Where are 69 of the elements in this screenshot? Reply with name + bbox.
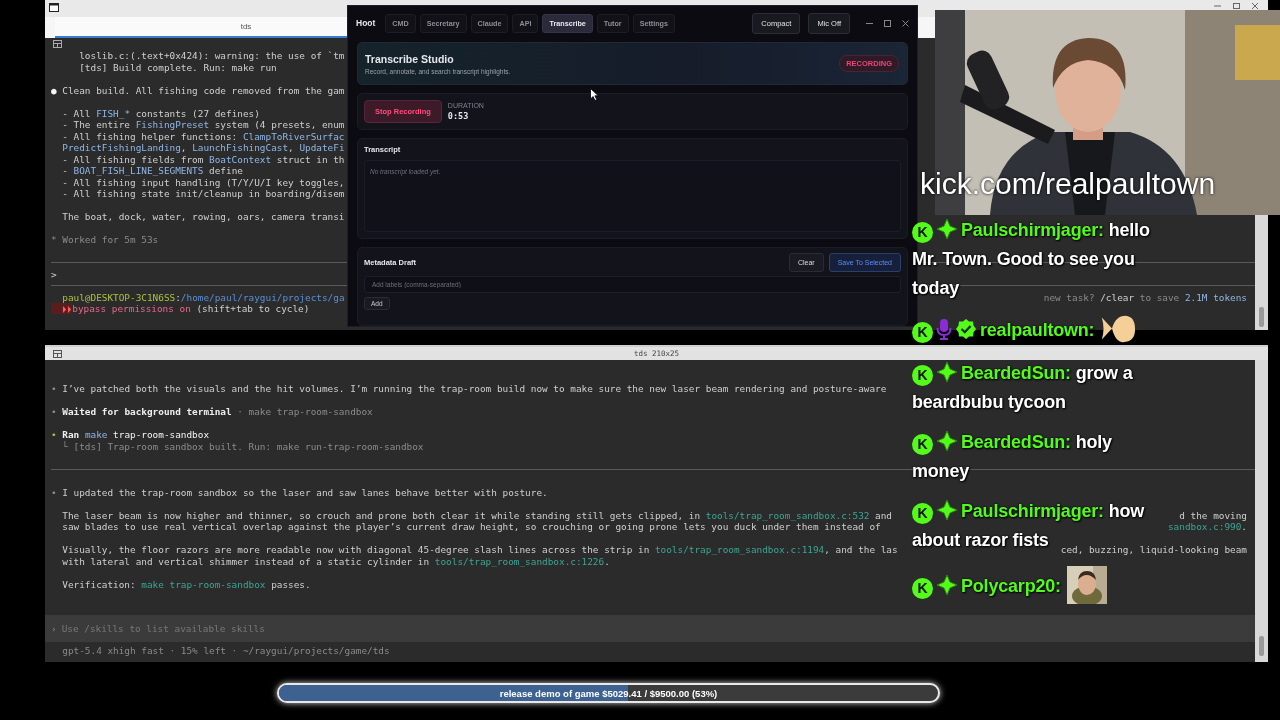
page-title: Transcribe Studio (365, 52, 455, 65)
terminal-line: The laser beam is now higher and thinner, so crouch and prone both clear it while standing still gets clipped, in tools/trap_room_sandbox.c:532 and (61, 509, 892, 521)
terminal-line: - All fishing input handling (T/Y/U/I key toggles, (61, 176, 345, 188)
chat-username: BeardedSun: (961, 432, 1071, 452)
terminal-line: > (51, 268, 57, 280)
sparkle-icon (936, 361, 958, 383)
goal-label: release demo of game $5029.41 / $9500.00 (53%) (499, 687, 718, 699)
chat-message: beardbubu tycoon (912, 391, 1066, 414)
chat-message: money (912, 460, 970, 483)
terminal-line: Visually, the floor razors are more readable now with diagonal 45-degree slash lines across the strip in tools/trap_room_sandbox.c:1194, and the las (61, 544, 898, 556)
chat-username: Polycarp20: (961, 576, 1061, 597)
terminal-line: - BOAT_FISH_LINE_SEGMENTS define (61, 165, 243, 177)
sparkle-icon (936, 430, 958, 452)
maximize-icon[interactable] (1233, 3, 1240, 9)
scrollbar[interactable] (1255, 215, 1268, 330)
verified-icon (955, 317, 977, 340)
scrollbar[interactable] (1255, 360, 1268, 662)
maximize-icon[interactable] (884, 19, 891, 27)
terminal-line: [tds] Build complete. Run: make run (78, 61, 277, 73)
terminal-line: - All fishing state init/cleanup in boarding/disem (61, 188, 345, 200)
close-icon[interactable] (1252, 3, 1258, 9)
terminal-line: sandbox.c:990. (1167, 521, 1247, 533)
sparkle-icon (936, 218, 958, 240)
status-line: gpt-5.4 xhigh fast · 15% left · ~/raygui/projects/game/tds (61, 644, 390, 656)
chat-message: how (1108, 501, 1145, 521)
sparkle-icon (936, 574, 958, 597)
chat-username: BeardedSun: (961, 363, 1071, 383)
chat-message: Mr. Town. Good to see you (912, 248, 1135, 271)
terminal-line: d the moving (1179, 509, 1247, 521)
chat-username: Paulschirmjager: (961, 501, 1104, 521)
terminal-line: • Waited for background terminal · make trap-room-sandbox (51, 406, 373, 418)
chat-username: Paulschirmjager: (961, 220, 1104, 240)
close-icon[interactable] (902, 19, 909, 27)
panel-icon[interactable] (53, 40, 62, 48)
chat-username: realpaultown: (980, 319, 1095, 340)
terminal-line: - The entire FishingPreset system (4 presets, enum (61, 119, 345, 131)
terminal-line: The boat, dock, water, rowing, oars, camera transi (61, 211, 345, 223)
terminal-line: * Worked for 5m 53s (51, 234, 159, 246)
terminal-line: - All fishing helper functions: ClampToRiverSurfac (61, 130, 345, 142)
sparkle-icon (936, 499, 958, 521)
panel-icon[interactable] (53, 349, 62, 358)
blob-emote-icon (1100, 314, 1137, 343)
terminal-line: PredictFishingLanding, LaunchFishingCast, UpdateFi (61, 142, 345, 154)
terminal-line: ● Clean build. All fishing code removed from the gam (51, 84, 345, 96)
terminal-line: - All fishing fields from BoatContext struct in th (61, 153, 345, 165)
terminal-line: - All FISH_* constants (27 defines) (61, 107, 260, 119)
terminal-line: ced, buzzing, liquid-looking beam (1060, 544, 1247, 556)
terminal-line: ⏵⏵bypass permissions on (shift+tab to cycle) (51, 303, 310, 315)
window-icon (49, 3, 59, 12)
terminal-line: with lateral and vertical shimmer instead of a static cylinder in tools/trap_room_sandbox.c:1226. (61, 555, 610, 567)
terminal-line: └ [tds] Trap-room sandbox built. Run: make run-trap-room-sandbox (61, 440, 424, 452)
chat-message: holy (1075, 432, 1112, 452)
terminal-line: Verification: make trap-room-sandbox passes. (61, 578, 311, 590)
chat-message: grow a (1075, 363, 1133, 383)
terminal-line: • I updated the trap-room sandbox so the laser and saw lanes behave better with posture. (51, 486, 548, 498)
terminal-line: new task? /clear to save 2.1M tokens (1043, 291, 1247, 303)
microphone-icon (936, 317, 952, 340)
terminal-line: • Ran make trap-room-sandbox (51, 429, 210, 441)
chat-message: about razor fists (912, 529, 1049, 552)
terminal-line: paul@DESKTOP-3C1N6SS:/home/paul/raygui/projects/ga (61, 291, 345, 303)
terminal-line: loslib.c:(.text+0x424): warning: the use of `tm (78, 50, 345, 62)
terminal-tab[interactable]: tds (55, 17, 347, 38)
duration-value: 0:53 (447, 111, 470, 121)
terminal-line: saw blades to use real vertical overlap against the player’s current draw height, so crouching or going prone lets you duck under them instead of (61, 521, 881, 533)
app-title: Hoot (356, 18, 376, 28)
cursor-icon (590, 88, 599, 101)
chat-message: hello (1108, 220, 1150, 240)
chat-message: today (912, 277, 959, 300)
terminal-line: • I’ve patched both the visuals and the hit volumes. I’m running the trap-room build now to make sure the new laser beam rendering and posture-aware (51, 383, 887, 395)
